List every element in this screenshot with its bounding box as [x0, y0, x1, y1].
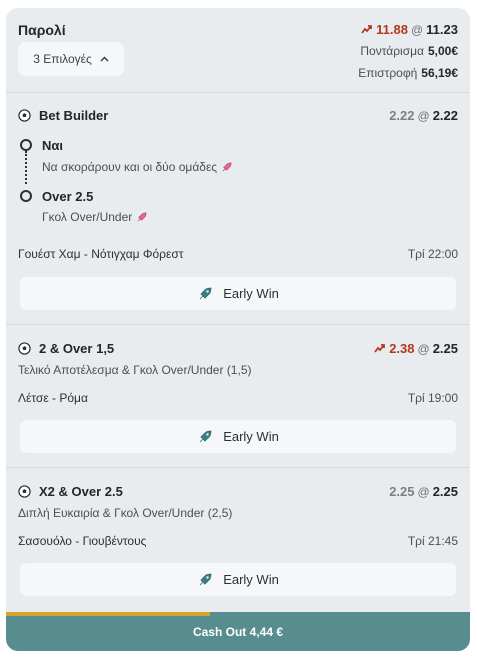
- early-win-button[interactable]: Early Win: [20, 420, 456, 453]
- rocket-icon: [222, 162, 232, 171]
- selections-label: 3 Επιλογές: [33, 52, 92, 66]
- bet-item: Bet Builder 2.22 @ 2.22 Ναι Να σκοράρουν…: [6, 92, 470, 325]
- at-sign: @: [417, 484, 430, 499]
- bet-item: 2 & Over 1,5 2.38 @ 2.25 Τελικό Αποτέλεσ…: [6, 324, 470, 468]
- rocket-icon: [137, 212, 147, 221]
- soccer-ball-icon: [18, 342, 31, 355]
- chevron-up-icon: [100, 56, 109, 62]
- new-odds: 2.25: [432, 484, 458, 499]
- early-win-button[interactable]: Early Win: [20, 563, 456, 596]
- old-odds: 2.25: [389, 484, 415, 499]
- bet-slip-card: Παρολί 11.88 @ 11.23 3 Επιλογές Ποντάρισ…: [6, 8, 470, 651]
- early-win-icon: [199, 287, 212, 299]
- match-time: Τρί 21:45: [407, 534, 458, 548]
- new-total-odds: 11.23: [426, 22, 458, 37]
- bet-title-row: Bet Builder: [18, 108, 108, 123]
- match-name: Λέτσε - Ρόμα: [18, 391, 88, 405]
- bet-odds: 2.25 @ 2.25: [389, 484, 458, 499]
- leg-market: Να σκοράρουν και οι δύο ομάδες: [42, 160, 232, 174]
- early-win-label: Early Win: [223, 286, 279, 301]
- total-odds: 11.88 @ 11.23: [361, 22, 458, 37]
- new-odds: 2.25: [432, 341, 458, 356]
- stake-value: 5,00€: [427, 44, 458, 58]
- bet-title: Bet Builder: [39, 108, 109, 123]
- at-sign: @: [410, 22, 424, 37]
- cash-out-progress-bar: [6, 612, 211, 616]
- return-value: 56,19€: [421, 66, 458, 80]
- bet-title: X2 & Over 2.5: [39, 484, 123, 499]
- leg-market-label: Γκολ Over/Under: [42, 210, 133, 224]
- return-row: Επιστροφή 56,19€: [358, 66, 458, 80]
- stake-label: Ποντάρισμα: [360, 44, 424, 58]
- soccer-ball-icon: [18, 485, 31, 498]
- new-odds: 2.22: [432, 108, 458, 123]
- old-odds: 2.38: [389, 341, 415, 356]
- early-win-button[interactable]: Early Win: [20, 277, 456, 310]
- match-time: Τρί 19:00: [407, 391, 458, 405]
- leg-connector: [25, 151, 27, 184]
- bet-odds: 2.38 @ 2.25: [374, 341, 458, 356]
- stake-row: Ποντάρισμα 5,00€: [360, 44, 458, 58]
- match-time: Τρί 22:00: [407, 247, 458, 261]
- bet-slip-header: Παρολί 11.88 @ 11.23 3 Επιλογές Ποντάρισ…: [6, 8, 470, 93]
- at-sign: @: [417, 341, 430, 356]
- bet-type-title: Παρολί: [18, 22, 66, 38]
- leg-title: Over 2.5: [42, 189, 94, 204]
- early-win-icon: [199, 573, 212, 585]
- early-win-label: Early Win: [223, 429, 279, 444]
- cash-out-label: Cash Out 4,44 €: [192, 624, 284, 639]
- bet-title: 2 & Over 1,5: [39, 341, 115, 356]
- bet-title-row: X2 & Over 2.5: [18, 484, 123, 499]
- leg-title: Ναι: [42, 138, 63, 153]
- bet-market: Διπλή Ευκαιρία & Γκολ Over/Under (2,5): [18, 506, 233, 520]
- bet-title-row: 2 & Over 1,5: [18, 341, 114, 356]
- old-total-odds: 11.88: [376, 22, 408, 37]
- at-sign: @: [417, 108, 430, 123]
- bet-odds: 2.22 @ 2.22: [389, 108, 458, 123]
- old-odds: 2.22: [389, 108, 415, 123]
- return-label: Επιστροφή: [358, 66, 418, 80]
- soccer-ball-icon: [18, 109, 31, 122]
- early-win-icon: [199, 430, 212, 442]
- match-name: Γουέστ Χαμ - Νότιγχαμ Φόρεστ: [18, 247, 184, 261]
- leg-market: Γκολ Over/Under: [42, 210, 147, 224]
- early-win-label: Early Win: [223, 572, 279, 587]
- selections-toggle-button[interactable]: 3 Επιλογές: [18, 42, 124, 76]
- leg-marker: [20, 139, 32, 151]
- bet-item: X2 & Over 2.5 2.25 @ 2.25 Διπλή Ευκαιρία…: [6, 467, 470, 613]
- match-name: Σασουόλο - Γιουβέντους: [18, 534, 147, 548]
- trend-up-arrow-icon: [361, 25, 373, 34]
- leg-market-label: Να σκοράρουν και οι δύο ομάδες: [42, 160, 218, 174]
- bet-market: Τελικό Αποτέλεσμα & Γκολ Over/Under (1,5…: [18, 363, 252, 377]
- trend-up-arrow-icon: [374, 344, 386, 353]
- leg-marker: [20, 190, 32, 202]
- cash-out-button[interactable]: Cash Out 4,44 €: [6, 612, 470, 651]
